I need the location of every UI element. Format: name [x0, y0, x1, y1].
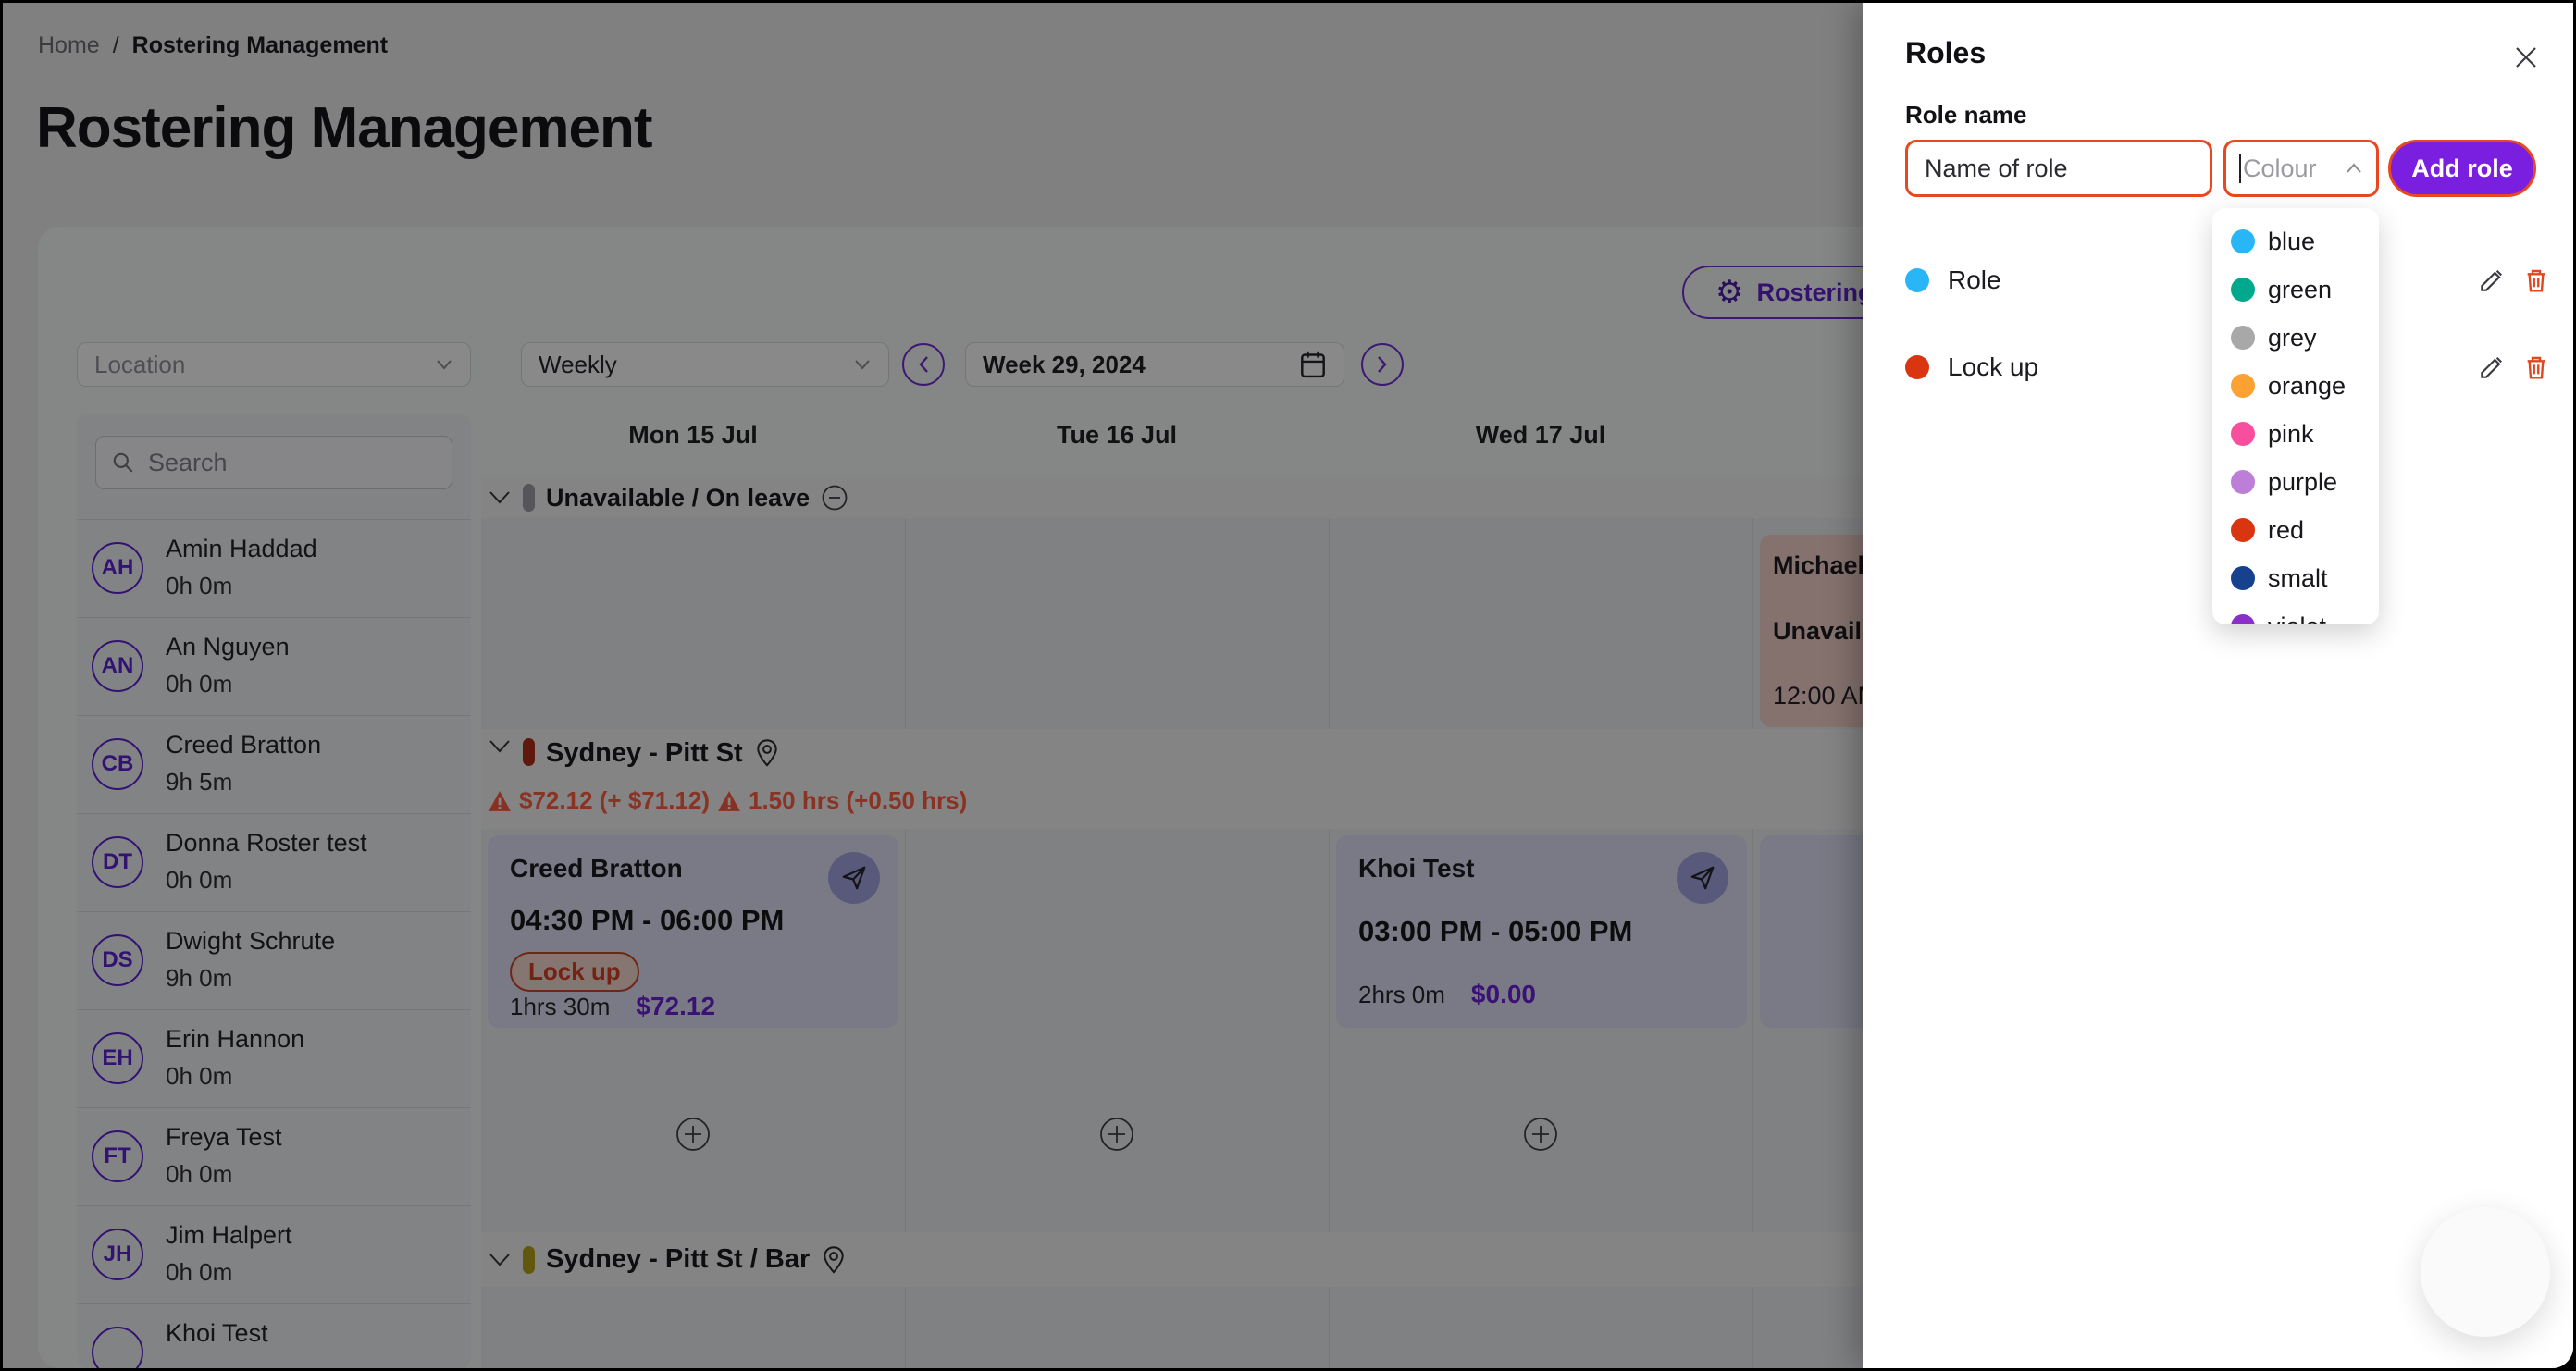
colour-option[interactable]: grey: [2212, 314, 2379, 362]
add-role-button[interactable]: Add role: [2388, 140, 2536, 197]
colour-option[interactable]: violet: [2212, 602, 2379, 624]
role-name-label: Role name: [1905, 101, 2027, 130]
app-window: Home / Rostering Management Rostering Ma…: [0, 0, 2576, 1371]
delete-role-icon[interactable]: [2521, 266, 2551, 295]
colour-option-label: grey: [2268, 324, 2317, 352]
colour-option[interactable]: blue: [2212, 217, 2379, 266]
roles-drawer: Roles Role name Name of role Colour Add …: [1863, 3, 2576, 1368]
colour-swatch: [2231, 326, 2255, 350]
colour-placeholder: Colour: [2243, 154, 2317, 183]
colour-option[interactable]: orange: [2212, 362, 2379, 410]
colour-option-label: violet: [2268, 612, 2326, 625]
add-role-label: Add role: [2411, 154, 2513, 183]
colour-swatch: [2231, 470, 2255, 494]
role-label: Role: [1948, 266, 2001, 295]
colour-option-label: purple: [2268, 468, 2337, 497]
edit-role-icon[interactable]: [2477, 352, 2507, 382]
role-name-value: Name of role: [1925, 154, 2068, 183]
colour-option[interactable]: purple: [2212, 458, 2379, 506]
chevron-up-icon: [2345, 162, 2363, 175]
colour-dropdown-menu: blue green grey orange pink purple red s…: [2212, 208, 2379, 624]
colour-option[interactable]: smalt: [2212, 554, 2379, 602]
colour-option-label: pink: [2268, 420, 2314, 449]
text-caret: [2239, 154, 2241, 183]
role-label: Lock up: [1948, 352, 2038, 382]
colour-swatch: [2231, 374, 2255, 398]
colour-option[interactable]: green: [2212, 266, 2379, 314]
edit-role-icon[interactable]: [2477, 266, 2507, 295]
colour-option-label: smalt: [2268, 564, 2328, 593]
colour-option-label: red: [2268, 516, 2304, 545]
colour-swatch: [2231, 278, 2255, 302]
colour-option[interactable]: pink: [2212, 410, 2379, 458]
colour-option[interactable]: red: [2212, 506, 2379, 554]
colour-swatch: [2231, 518, 2255, 542]
role-color-dot: [1905, 355, 1929, 379]
drawer-title: Roles: [1905, 36, 1986, 70]
delete-role-icon[interactable]: [2521, 352, 2551, 382]
colour-option-label: green: [2268, 276, 2332, 304]
colour-swatch: [2231, 422, 2255, 446]
colour-swatch: [2231, 566, 2255, 590]
role-color-dot: [1905, 268, 1929, 292]
colour-option-label: blue: [2268, 228, 2315, 256]
colour-swatch: [2231, 229, 2255, 253]
help-chat-widget[interactable]: [2421, 1207, 2550, 1337]
colour-select[interactable]: Colour: [2223, 140, 2379, 197]
close-icon[interactable]: [2510, 42, 2542, 73]
colour-swatch: [2231, 614, 2255, 624]
colour-option-label: orange: [2268, 372, 2346, 401]
role-name-input[interactable]: Name of role: [1905, 140, 2212, 197]
